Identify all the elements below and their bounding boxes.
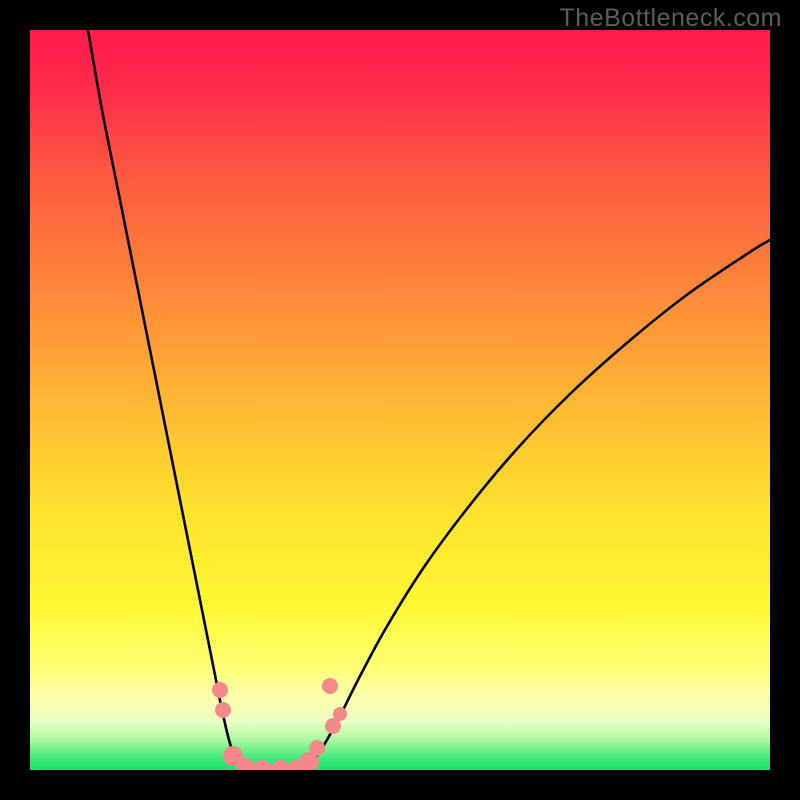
curve-left bbox=[88, 30, 270, 770]
marker-dot bbox=[322, 678, 338, 694]
outer-frame: TheBottleneck.com bbox=[0, 0, 800, 800]
marker-dot bbox=[309, 740, 325, 756]
marker-dot bbox=[215, 702, 231, 718]
marker-dot bbox=[271, 760, 291, 770]
marker-dot bbox=[252, 760, 272, 770]
pink-markers bbox=[212, 678, 347, 770]
curves-layer bbox=[30, 30, 770, 770]
marker-dot bbox=[333, 707, 347, 721]
plot-area bbox=[30, 30, 770, 770]
curve-right bbox=[290, 240, 770, 770]
watermark-text: TheBottleneck.com bbox=[560, 4, 783, 33]
marker-dot bbox=[212, 682, 228, 698]
